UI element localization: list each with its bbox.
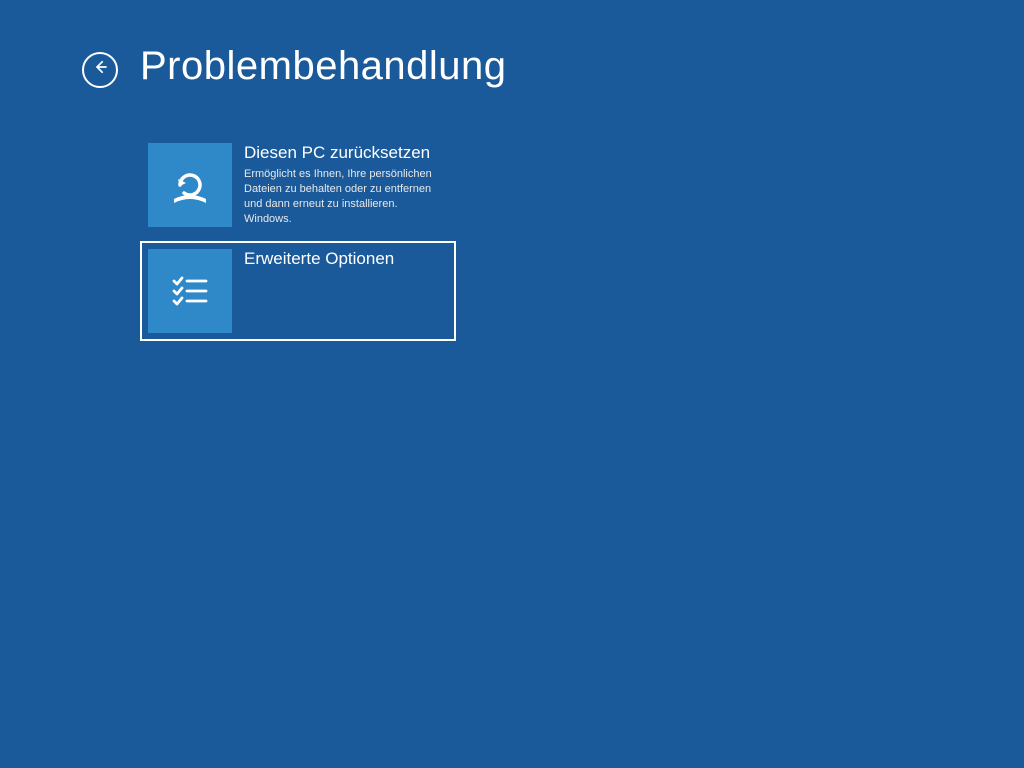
back-button[interactable] [82, 52, 118, 88]
option-text-wrapper: Erweiterte Optionen [232, 249, 448, 333]
option-title: Diesen PC zurücksetzen [244, 143, 448, 163]
back-arrow-icon [91, 58, 109, 81]
options-list: Diesen PC zurücksetzen Ermöglicht es Ihn… [140, 135, 1024, 341]
page-title: Problembehandlung [140, 44, 507, 89]
advanced-options-icon [148, 249, 232, 333]
option-reset-pc[interactable]: Diesen PC zurücksetzen Ermöglicht es Ihn… [140, 135, 456, 235]
reset-icon [148, 143, 232, 227]
option-advanced[interactable]: Erweiterte Optionen [140, 241, 456, 341]
option-text-wrapper: Diesen PC zurücksetzen Ermöglicht es Ihn… [232, 143, 448, 227]
header: Problembehandlung [0, 0, 1024, 89]
option-description: Ermöglicht es Ihnen, Ihre persönlichen D… [244, 167, 448, 226]
option-title: Erweiterte Optionen [244, 249, 448, 269]
